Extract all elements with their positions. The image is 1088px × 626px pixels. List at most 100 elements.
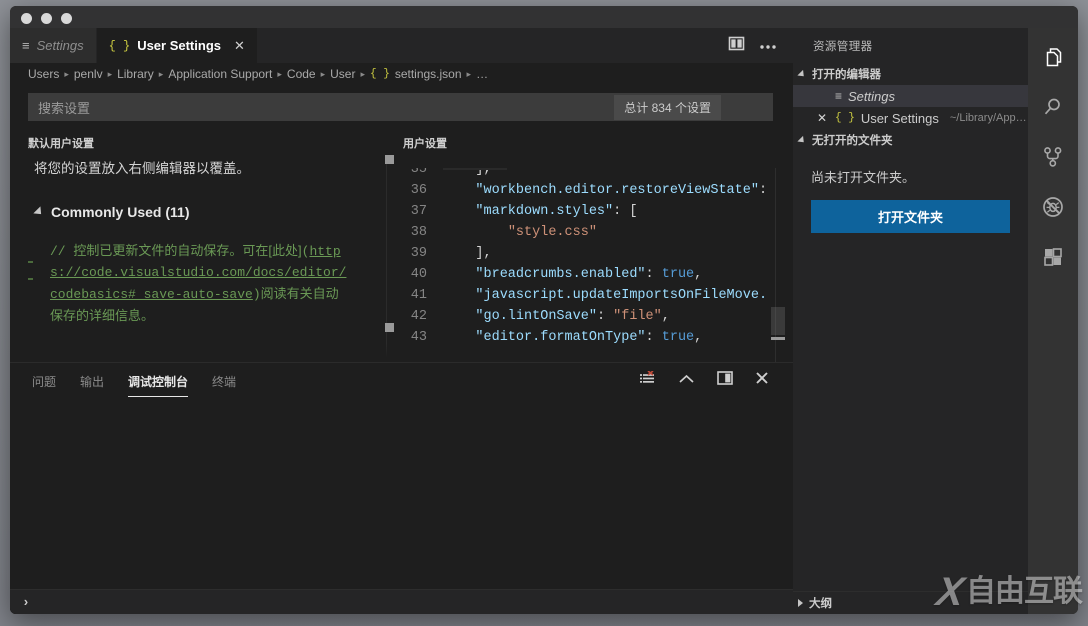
code-line: 36 "workbench.editor.restoreViewState": (403, 180, 793, 201)
section-open-editors[interactable]: 打开的编辑器 (793, 63, 1028, 85)
line-content: "editor.formatOnType": true, (443, 327, 702, 348)
ellipsis-icon[interactable] (759, 37, 777, 55)
split-editor-icon[interactable] (728, 36, 745, 56)
extensions-icon (1041, 245, 1065, 274)
activity-item-extensions[interactable] (1028, 234, 1078, 284)
code-token: true (661, 330, 695, 345)
title-bar (10, 6, 1078, 28)
editor-tab-bar: ≡ Settings { } User Settings ✕ (10, 28, 793, 63)
settings-editor: 搜索设置 总计 834 个设置 默认用户设置 将您的设置放入右侧编辑器以覆盖。 … (10, 85, 793, 362)
breadcrumb-item-user[interactable]: User (330, 67, 355, 81)
debug-console-input[interactable]: › (10, 589, 793, 614)
debug-disabled-icon (1041, 195, 1065, 224)
activity-item-explorer[interactable] (1028, 34, 1078, 84)
settings-list-icon: ≡ (835, 89, 843, 103)
open-editor-user-settings-label: User Settings (860, 110, 939, 126)
breadcrumb-item-code[interactable]: Code (287, 67, 316, 81)
sidebar-title: 资源管理器 (813, 40, 873, 53)
breadcrumb: Users ▸ penlv ▸ Library ▸ Application Su… (10, 63, 793, 85)
search-settings-input[interactable]: 搜索设置 (28, 98, 614, 117)
default-settings-scroll-strip[interactable] (28, 141, 395, 362)
breadcrumb-item-application-support[interactable]: Application Support (168, 67, 272, 81)
scroll-overview-mark (28, 261, 33, 263)
section-outline[interactable]: 大纲 (793, 591, 1028, 614)
window-zoom-button[interactable] (61, 13, 72, 24)
editor-area: ≡ Settings { } User Settings ✕ Users ▸ p… (10, 28, 793, 614)
clear-console-icon[interactable] (639, 369, 656, 391)
breadcrumb-item-users[interactable]: Users (28, 67, 59, 81)
breadcrumb-separator: ▸ (64, 68, 69, 79)
no-folder-body: 尚未打开文件夹。 打开文件夹 (793, 151, 1028, 591)
line-number: 42 (410, 309, 427, 324)
comment-prefix: // (50, 244, 74, 259)
panel-tab-output[interactable]: 输出 (80, 365, 104, 397)
code-token: true (661, 267, 695, 282)
panel-tab-debug-console[interactable]: 调试控制台 (128, 365, 189, 397)
code-token: "workbench.editor.restoreViewState" (475, 183, 759, 198)
prompt-chevron-icon: › (22, 594, 30, 610)
code-line: 42 "go.lintOnSave": "file", (403, 306, 793, 327)
files-icon (1041, 45, 1065, 74)
code-line: 37 "markdown.styles": [ (403, 201, 793, 222)
window-close-button[interactable] (21, 13, 32, 24)
breadcrumb-item-library[interactable]: Library (117, 67, 154, 81)
user-settings-code[interactable]: 35 ],36 "workbench.editor.restoreViewSta… (403, 159, 793, 362)
tab-close-icon[interactable]: ✕ (234, 39, 245, 52)
code-token: "markdown.styles" (475, 204, 614, 219)
section-open-editors-label: 打开的编辑器 (812, 69, 881, 81)
open-folder-button[interactable]: 打开文件夹 (811, 200, 1010, 233)
tab-settings[interactable]: ≡ Settings (10, 28, 97, 63)
breadcrumb-item-settings-json[interactable]: settings.json (395, 67, 462, 81)
panel-tab-terminal[interactable]: 终端 (212, 365, 236, 397)
default-settings-column: 默认用户设置 将您的设置放入右侧编辑器以覆盖。 Commonly Used (1… (28, 135, 403, 362)
code-line: 40 "breadcrumbs.enabled": true, (403, 264, 793, 285)
line-number: 41 (410, 288, 427, 303)
tab-settings-label: Settings (36, 38, 84, 53)
panel-toolbar (639, 369, 779, 391)
chevron-up-icon[interactable] (678, 372, 695, 390)
section-no-folder-label: 无打开的文件夹 (812, 135, 893, 147)
breadcrumb-item-overflow[interactable]: … (476, 67, 488, 81)
default-column-fade (28, 344, 403, 362)
commonly-used-group[interactable]: Commonly Used (11) (33, 204, 403, 220)
line-content: "go.lintOnSave": "file", (443, 306, 669, 327)
code-token: "style.css" (507, 225, 597, 240)
settings-list-icon: ≡ (22, 38, 30, 53)
breadcrumb-item-penlv[interactable]: penlv (74, 67, 103, 81)
chevron-down-icon (33, 206, 45, 218)
activity-item-search[interactable] (1028, 84, 1078, 134)
section-outline-label: 大纲 (809, 598, 832, 610)
tab-user-settings-label: User Settings (137, 38, 221, 53)
settings-search-row[interactable]: 搜索设置 总计 834 个设置 (28, 93, 773, 121)
code-token: "javascript.updateImportsOnFileMove. (475, 288, 768, 303)
open-editor-settings[interactable]: ≡ Settings (793, 85, 1028, 107)
panel-tab-problems[interactable]: 问题 (32, 365, 56, 397)
activity-bar (1028, 28, 1078, 614)
chevron-right-icon (798, 599, 803, 607)
open-editor-user-settings[interactable]: ✕ { } User Settings ~/Library/Appl… (793, 107, 1028, 129)
tab-user-settings[interactable]: { } User Settings ✕ (96, 28, 258, 63)
activity-item-run-and-debug[interactable] (1028, 184, 1078, 234)
line-number: 43 (410, 330, 427, 345)
open-editor-close-icon[interactable]: ✕ (815, 112, 829, 124)
minimap-slider[interactable] (771, 307, 785, 335)
activity-item-source-control[interactable] (1028, 134, 1078, 184)
minimap[interactable] (771, 159, 785, 362)
chevron-down-icon (797, 135, 807, 145)
close-icon[interactable] (755, 371, 769, 390)
window-minimize-button[interactable] (41, 13, 52, 24)
split-panel-icon[interactable] (717, 371, 733, 390)
scroll-mark-top (385, 155, 394, 164)
code-token: "file" (613, 309, 662, 324)
code-line: 43 "editor.formatOnType": true, (403, 327, 793, 348)
scroll-mark-bottom (385, 323, 394, 332)
breadcrumb-separator: ▸ (107, 68, 113, 79)
code-token: "editor.formatOnType" (475, 330, 646, 345)
code-token: : (645, 267, 662, 282)
line-content: "breadcrumbs.enabled": true, (443, 264, 702, 285)
code-token: "breadcrumbs.enabled" (475, 267, 646, 282)
source-control-icon (1041, 145, 1065, 174)
section-no-folder-opened[interactable]: 无打开的文件夹 (793, 129, 1028, 151)
